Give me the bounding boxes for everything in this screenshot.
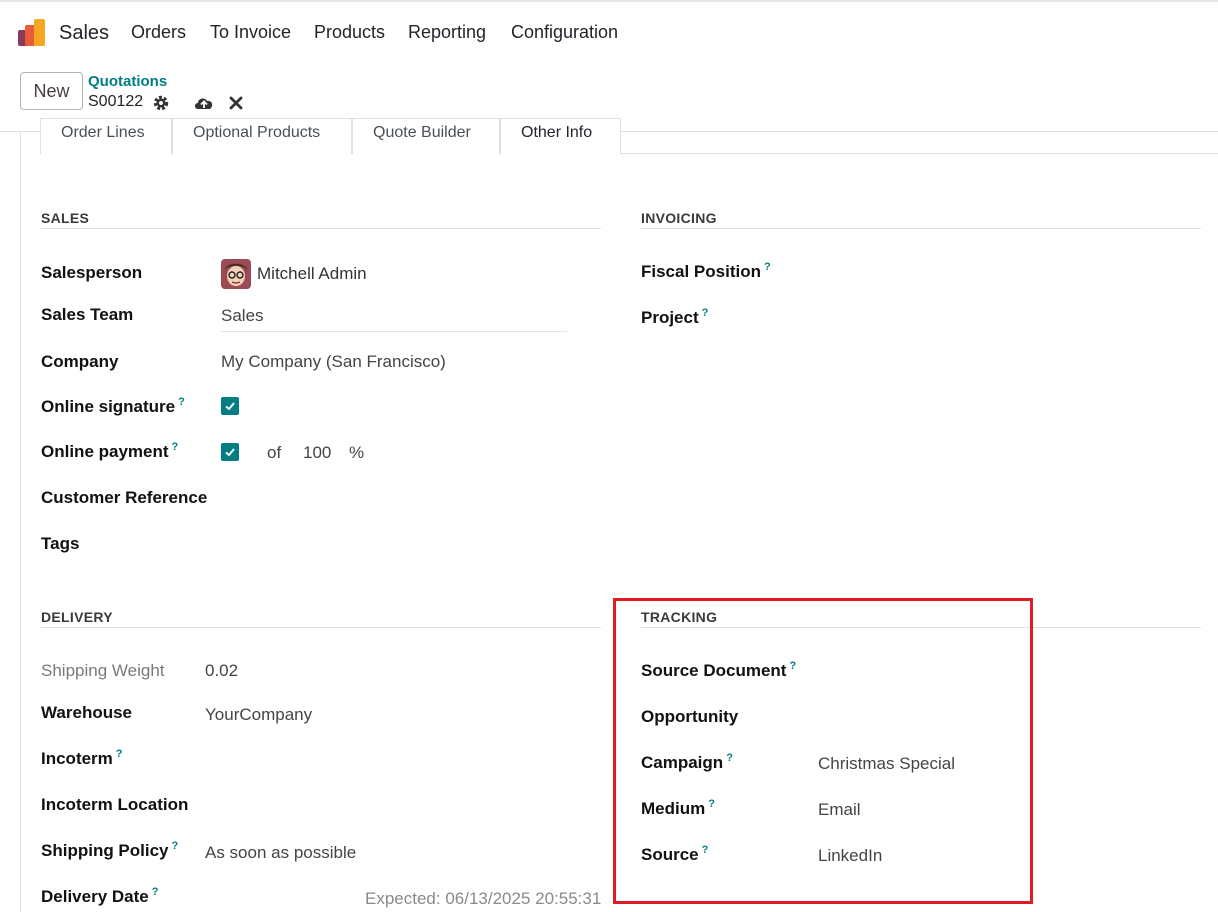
tab-other-info[interactable]: Other Info	[500, 118, 621, 154]
menu-configuration[interactable]: Configuration	[511, 22, 618, 43]
salesperson-value[interactable]: Mitchell Admin	[257, 264, 367, 284]
sales-team-label: Sales Team	[41, 305, 134, 324]
shipping-policy-value[interactable]: As soon as possible	[205, 843, 356, 863]
prepayment-percent-input[interactable]: 100	[303, 443, 331, 463]
tab-quote-builder[interactable]: Quote Builder	[352, 118, 500, 154]
company-value[interactable]: My Company (San Francisco)	[221, 352, 446, 372]
online-signature-checkbox[interactable]	[221, 397, 239, 415]
help-icon[interactable]: ?	[764, 261, 771, 273]
section-rule-sales	[41, 228, 601, 229]
sales-team-underline	[221, 331, 567, 332]
help-icon[interactable]: ?	[178, 396, 185, 408]
delivery-date-expected: Expected: 06/13/2025 20:55:31	[365, 889, 602, 908]
help-icon[interactable]: ?	[702, 307, 709, 319]
warehouse-label: Warehouse	[41, 703, 133, 722]
notebook-tabs: Order Lines Optional Products Quote Buil…	[40, 118, 621, 154]
tracking-highlight-box	[613, 598, 1033, 904]
section-title-sales: SALES	[41, 210, 90, 226]
section-title-invoicing: INVOICING	[641, 210, 717, 226]
incoterm-location-label: Incoterm Location	[41, 795, 189, 814]
tabs-divider	[620, 153, 1218, 154]
online-payment-label: Online payment?	[41, 441, 179, 461]
menu-reporting[interactable]: Reporting	[408, 22, 486, 43]
discard-close-icon[interactable]	[228, 94, 244, 112]
check-icon	[225, 448, 235, 457]
breadcrumb-quotations[interactable]: Quotations	[88, 73, 167, 90]
salesperson-label: Salesperson	[41, 263, 143, 282]
online-payment-checkbox[interactable]	[221, 443, 239, 461]
shipping-policy-label: Shipping Policy?	[41, 840, 179, 860]
fiscal-position-label: Fiscal Position?	[641, 261, 771, 281]
payment-of-text: of	[267, 443, 282, 462]
tab-optional-products[interactable]: Optional Products	[172, 118, 352, 154]
top-navbar: Sales Orders To Invoice Products Reporti…	[0, 0, 1218, 64]
percent-sign: %	[349, 443, 365, 462]
sales-team-value[interactable]: Sales	[221, 306, 264, 326]
tags-label: Tags	[41, 534, 80, 553]
sales-app-logo-icon[interactable]	[18, 18, 48, 48]
app-name[interactable]: Sales	[59, 22, 109, 45]
shipping-weight-label: Shipping Weight	[41, 661, 165, 680]
menu-to-invoice[interactable]: To Invoice	[210, 22, 291, 43]
cloud-upload-icon[interactable]	[193, 94, 215, 112]
sheet-border	[20, 132, 21, 912]
shipping-weight-value: 0.02	[205, 661, 239, 680]
help-icon[interactable]: ?	[172, 441, 179, 453]
section-rule-invoicing	[641, 228, 1201, 229]
warehouse-value[interactable]: YourCompany	[205, 705, 312, 725]
help-icon[interactable]: ?	[152, 886, 159, 898]
menu-orders[interactable]: Orders	[131, 22, 186, 43]
help-icon[interactable]: ?	[172, 840, 179, 852]
new-button[interactable]: New	[20, 72, 83, 110]
section-title-delivery: DELIVERY	[41, 609, 113, 625]
delivery-date-label: Delivery Date?	[41, 886, 159, 906]
help-icon[interactable]: ?	[116, 748, 123, 760]
tab-order-lines[interactable]: Order Lines	[40, 118, 172, 154]
record-name: S00122	[88, 93, 144, 110]
gear-icon[interactable]	[151, 94, 171, 112]
project-label: Project?	[641, 307, 709, 327]
avatar	[221, 259, 251, 289]
avatar-face-icon	[221, 259, 251, 289]
online-signature-label: Online signature?	[41, 396, 185, 416]
check-icon	[225, 402, 235, 411]
menu-products[interactable]: Products	[314, 22, 385, 43]
section-rule-delivery	[41, 627, 601, 628]
company-label: Company	[41, 352, 119, 371]
incoterm-label: Incoterm?	[41, 748, 123, 768]
customer-reference-label: Customer Reference	[41, 488, 208, 507]
